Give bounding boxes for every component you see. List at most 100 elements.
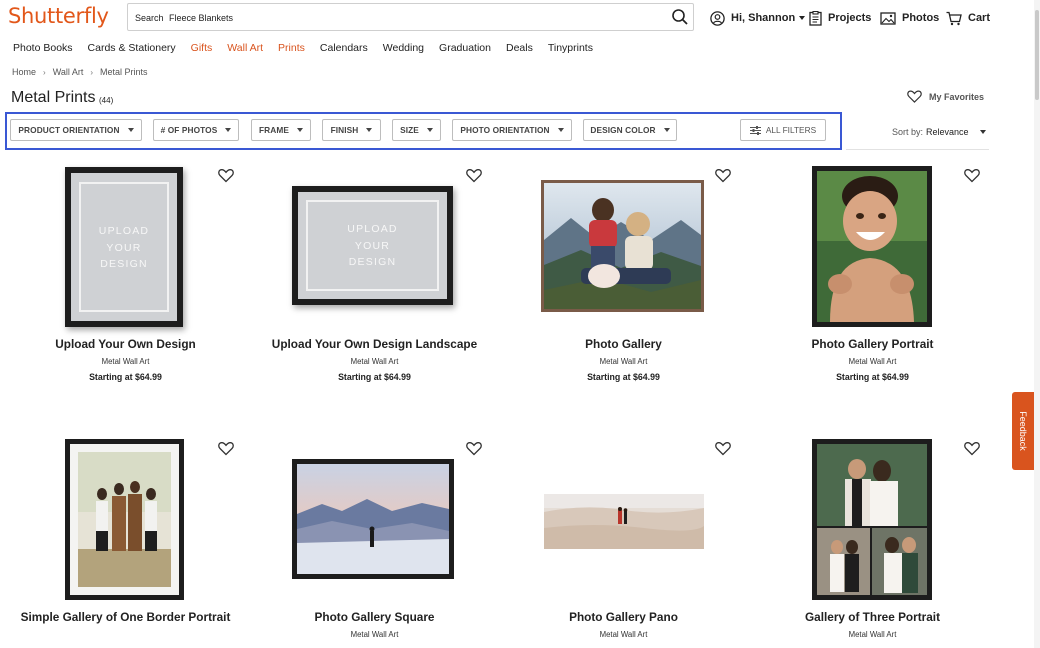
product-price: Starting at $64.99 <box>587 372 660 382</box>
product-card[interactable]: UPLOAD YOUR DESIGN Upload Your Own Desig… <box>250 160 499 400</box>
product-title[interactable]: Photo Gallery <box>499 336 748 353</box>
chevron-down-icon <box>799 16 806 20</box>
nav-wall-art[interactable]: Wall Art <box>227 42 263 56</box>
product-image[interactable] <box>544 494 704 549</box>
filter-photo-orientation[interactable]: PHOTO ORIENTATION <box>452 119 572 141</box>
filter-design-color[interactable]: DESIGN COLOR <box>583 119 677 141</box>
product-title[interactable]: Upload Your Own Design Landscape <box>250 336 499 353</box>
filter-label: PHOTO ORIENTATION <box>460 125 550 135</box>
product-card[interactable]: UPLOAD YOUR DESIGN Upload Your Own Desig… <box>1 160 250 400</box>
favorite-heart-icon[interactable] <box>466 441 482 456</box>
product-title[interactable]: Simple Gallery of One Border Portrait <box>1 609 250 626</box>
product-subtitle: Metal Wall Art <box>599 630 648 639</box>
breadcrumb-home[interactable]: Home <box>12 67 36 77</box>
product-price: Starting at $64.99 <box>338 372 411 382</box>
nav-tinyprints[interactable]: Tinyprints <box>548 42 593 56</box>
filter-number-of-photos[interactable]: # OF PHOTOS <box>153 119 239 141</box>
upload-text-line: UPLOAD <box>347 223 398 235</box>
product-subtitle: Metal Wall Art <box>599 357 648 366</box>
sliders-icon <box>749 125 761 135</box>
favorite-heart-icon[interactable] <box>964 168 980 183</box>
nav-wedding[interactable]: Wedding <box>383 42 424 56</box>
search-icon[interactable] <box>671 8 689 26</box>
photos-link[interactable]: Photos <box>880 9 939 27</box>
filter-product-orientation[interactable]: PRODUCT ORIENTATION <box>10 119 142 141</box>
filter-label: # OF PHOTOS <box>160 125 218 135</box>
product-image[interactable]: UPLOAD YOUR DESIGN <box>65 167 183 327</box>
breadcrumb-metal-prints: Metal Prints <box>100 67 148 77</box>
product-card[interactable]: Photo Gallery Pano Metal Wall Art <box>499 433 748 648</box>
sort-dropdown[interactable]: Sort by: Relevance <box>892 127 986 137</box>
filter-label: PRODUCT ORIENTATION <box>18 125 120 135</box>
product-title[interactable]: Upload Your Own Design <box>1 336 250 353</box>
product-image[interactable] <box>65 439 184 600</box>
account-menu[interactable]: Hi, Shannon <box>710 9 806 27</box>
product-card[interactable]: Photo Gallery Metal Wall Art Starting at… <box>499 160 748 400</box>
nav-calendars[interactable]: Calendars <box>320 42 368 56</box>
product-subtitle: Metal Wall Art <box>350 630 399 639</box>
product-title[interactable]: Photo Gallery Pano <box>499 609 748 626</box>
page-scrollbar[interactable] <box>1034 0 1040 648</box>
page-title: Metal Prints <box>11 89 96 106</box>
product-card[interactable]: Photo Gallery Portrait Metal Wall Art St… <box>748 160 997 400</box>
product-card[interactable]: Photo Gallery Square Metal Wall Art <box>250 433 499 648</box>
sort-value: Relevance <box>926 127 969 137</box>
filter-finish[interactable]: FINISH <box>322 119 381 141</box>
projects-link[interactable]: Projects <box>809 9 871 27</box>
product-title[interactable]: Photo Gallery Square <box>250 609 499 626</box>
product-subtitle: Metal Wall Art <box>101 357 150 366</box>
user-icon <box>710 10 725 26</box>
upload-text-line: UPLOAD <box>98 225 150 237</box>
photos-label: Photos <box>902 12 940 24</box>
site-header: Shutterfly Search Fleece Blankets Hi, Sh… <box>0 0 1040 36</box>
filter-frame[interactable]: FRAME <box>251 119 311 141</box>
upload-text-line: DESIGN <box>348 256 397 268</box>
shutterfly-logo[interactable]: Shutterfly <box>8 4 109 28</box>
filter-size[interactable]: SIZE <box>392 119 441 141</box>
favorite-heart-icon[interactable] <box>964 441 980 456</box>
nav-photo-books[interactable]: Photo Books <box>13 42 73 56</box>
favorite-heart-icon[interactable] <box>218 441 234 456</box>
nav-prints[interactable]: Prints <box>278 42 305 56</box>
product-card[interactable]: Gallery of Three Portrait Metal Wall Art <box>748 433 997 648</box>
product-image[interactable] <box>812 166 932 327</box>
main-nav: Photo Books Cards & Stationery Gifts Wal… <box>13 42 608 56</box>
product-price: Starting at $64.99 <box>836 372 909 382</box>
product-image[interactable]: UPLOAD YOUR DESIGN <box>292 186 453 305</box>
chevron-right-icon: › <box>90 67 94 77</box>
caret-down-icon <box>557 128 564 132</box>
product-card[interactable]: Simple Gallery of One Border Portrait <box>1 433 250 648</box>
photos-icon <box>880 11 896 25</box>
feedback-tab[interactable]: Feedback <box>1012 392 1034 470</box>
product-image[interactable] <box>812 439 932 600</box>
nav-gifts[interactable]: Gifts <box>191 42 213 56</box>
upload-placeholder: UPLOAD YOUR DESIGN <box>71 173 177 321</box>
cart-link[interactable]: Cart <box>946 9 990 27</box>
search-label: Search <box>135 13 164 23</box>
scrollbar-thumb[interactable] <box>1035 10 1039 100</box>
filter-label: DESIGN COLOR <box>590 125 656 135</box>
all-filters-button[interactable]: ALL FILTERS <box>740 119 826 141</box>
favorite-heart-icon[interactable] <box>715 168 731 183</box>
product-title[interactable]: Gallery of Three Portrait <box>748 609 997 626</box>
projects-icon <box>809 10 822 26</box>
my-favorites-link[interactable]: My Favorites <box>907 90 984 103</box>
nav-cards-stationery[interactable]: Cards & Stationery <box>88 42 176 56</box>
breadcrumb: Home › Wall Art › Metal Prints <box>12 67 148 77</box>
search-value[interactable]: Fleece Blankets <box>169 13 233 23</box>
product-image[interactable] <box>541 180 704 312</box>
product-title[interactable]: Photo Gallery Portrait <box>748 336 997 353</box>
nav-graduation[interactable]: Graduation <box>439 42 491 56</box>
cart-label: Cart <box>968 12 991 24</box>
search-input[interactable]: Search Fleece Blankets <box>127 3 694 31</box>
feedback-label: Feedback <box>1018 411 1028 451</box>
favorite-heart-icon[interactable] <box>218 168 234 183</box>
favorite-heart-icon[interactable] <box>715 441 731 456</box>
nav-deals[interactable]: Deals <box>506 42 533 56</box>
breadcrumb-wall-art[interactable]: Wall Art <box>53 67 84 77</box>
favorite-heart-icon[interactable] <box>466 168 482 183</box>
upload-text: UPLOAD YOUR DESIGN <box>71 223 177 273</box>
product-image[interactable] <box>292 459 454 579</box>
cart-icon <box>946 11 962 25</box>
product-subtitle: Metal Wall Art <box>350 357 399 366</box>
